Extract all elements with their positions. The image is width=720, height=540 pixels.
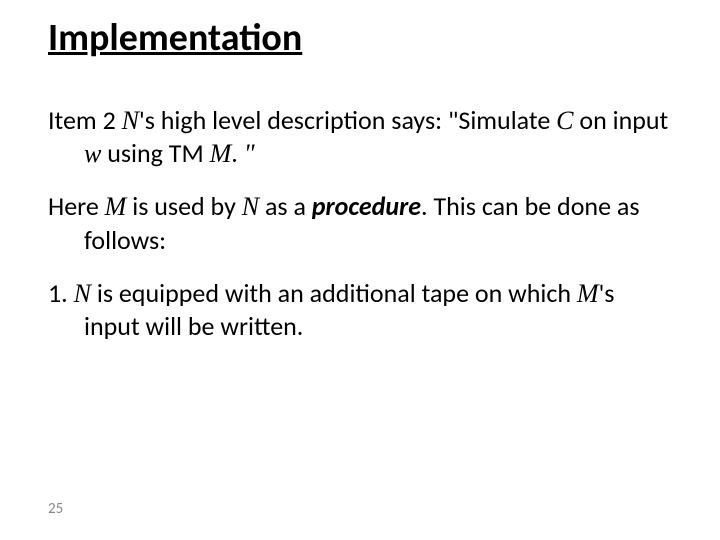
math-var-n: N [74,279,91,308]
text: Item 2 [48,104,122,136]
math-var-m: M [577,279,599,308]
paragraph-3: 1. N is equipped with an additional tape… [48,277,672,344]
paragraph-1: Item 2 N's high level description says: … [48,104,672,171]
text: is equipped with an additional tape on w… [91,277,577,309]
slide: Implementation Item 2 N's high level des… [0,0,720,540]
slide-title: Implementation [48,18,672,60]
math-var-n: N [242,192,259,221]
text: 1. [48,277,74,309]
math-var-m: M [210,139,232,168]
text: as a [259,190,312,222]
emphasis-procedure: procedure [312,190,421,222]
math-var-w: w [84,139,101,168]
text: using TM [101,137,209,169]
close-quote: " [244,139,255,168]
text: Here [48,190,105,222]
math-var-c: C [556,106,573,135]
math-var-m: M [105,192,127,221]
paragraph-2: Here M is used by N as a procedure. This… [48,190,672,257]
page-number: 25 [48,500,63,518]
text: on input [573,104,668,136]
math-var-n: N [122,106,139,135]
text: 's high level description says: "Simulat… [139,104,556,136]
text: is used by [126,190,241,222]
text: . [231,137,243,169]
